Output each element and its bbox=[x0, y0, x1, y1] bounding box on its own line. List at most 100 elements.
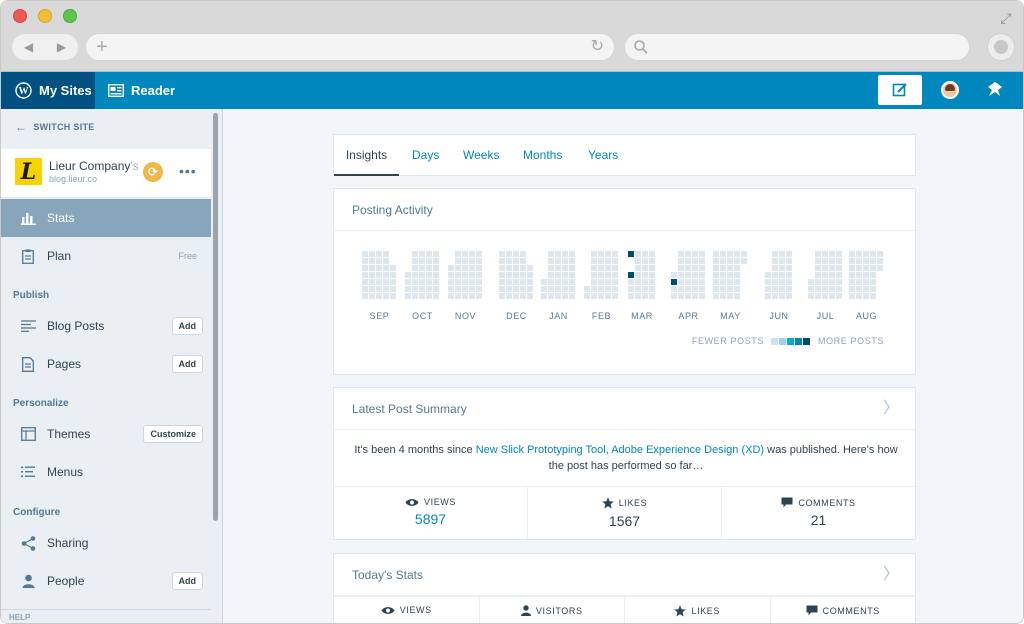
heatmap-day[interactable] bbox=[506, 272, 512, 278]
heatmap-day[interactable] bbox=[734, 251, 740, 257]
heatmap-day[interactable] bbox=[419, 279, 425, 285]
avatar[interactable] bbox=[941, 81, 959, 99]
heatmap-day[interactable] bbox=[649, 258, 655, 264]
heatmap-day[interactable] bbox=[692, 293, 698, 299]
heatmap-day[interactable] bbox=[849, 258, 855, 264]
heatmap-day[interactable] bbox=[836, 258, 842, 264]
heatmap-day[interactable] bbox=[863, 279, 869, 285]
heatmap-day[interactable] bbox=[513, 286, 519, 292]
heatmap-day[interactable] bbox=[720, 258, 726, 264]
heatmap-day[interactable] bbox=[671, 272, 677, 278]
heatmap-day[interactable] bbox=[562, 286, 568, 292]
heatmap-day[interactable] bbox=[591, 251, 597, 257]
heatmap-day[interactable] bbox=[685, 286, 691, 292]
heatmap-day[interactable] bbox=[569, 293, 575, 299]
heatmap-day[interactable] bbox=[506, 279, 512, 285]
heatmap-day[interactable] bbox=[720, 265, 726, 271]
heatmap-day[interactable] bbox=[412, 258, 418, 264]
heatmap-day[interactable] bbox=[548, 293, 554, 299]
heatmap-day[interactable] bbox=[642, 265, 648, 271]
heatmap-day[interactable] bbox=[713, 251, 719, 257]
heatmap-day[interactable] bbox=[419, 272, 425, 278]
latest-post-header[interactable]: Latest Post Summary 〉 bbox=[334, 388, 915, 430]
heatmap-day[interactable] bbox=[635, 258, 641, 264]
heatmap-day[interactable] bbox=[856, 251, 862, 257]
heatmap-day[interactable] bbox=[765, 286, 771, 292]
heatmap-day[interactable] bbox=[562, 251, 568, 257]
heatmap-day[interactable] bbox=[678, 251, 684, 257]
heatmap-day[interactable] bbox=[476, 272, 482, 278]
heatmap-day[interactable] bbox=[390, 286, 396, 292]
heatmap-day[interactable] bbox=[699, 265, 705, 271]
heatmap-day[interactable] bbox=[765, 279, 771, 285]
heatmap-day[interactable] bbox=[713, 272, 719, 278]
heatmap-day[interactable] bbox=[412, 293, 418, 299]
heatmap-day[interactable] bbox=[642, 258, 648, 264]
heatmap-day[interactable] bbox=[383, 293, 389, 299]
sidebar-item-pages[interactable]: Pages Add bbox=[1, 345, 211, 383]
heatmap-day[interactable] bbox=[562, 279, 568, 285]
heatmap-day[interactable] bbox=[649, 286, 655, 292]
heatmap-day[interactable] bbox=[779, 251, 785, 257]
heatmap-day[interactable] bbox=[591, 258, 597, 264]
heatmap-day[interactable] bbox=[727, 293, 733, 299]
heatmap-day[interactable] bbox=[786, 258, 792, 264]
heatmap-day[interactable] bbox=[426, 251, 432, 257]
heatmap-day[interactable] bbox=[562, 265, 568, 271]
heatmap-day[interactable] bbox=[433, 265, 439, 271]
heatmap-day[interactable] bbox=[720, 272, 726, 278]
heatmap-day[interactable] bbox=[520, 265, 526, 271]
heatmap-day[interactable] bbox=[815, 293, 821, 299]
heatmap-day[interactable] bbox=[856, 272, 862, 278]
heatmap-day[interactable] bbox=[520, 272, 526, 278]
heatmap-day[interactable] bbox=[699, 272, 705, 278]
heatmap-day[interactable] bbox=[541, 286, 547, 292]
heatmap-day[interactable] bbox=[591, 286, 597, 292]
sidebar-item-blog-posts[interactable]: Blog Posts Add bbox=[1, 307, 211, 345]
heatmap-day[interactable] bbox=[808, 286, 814, 292]
heatmap-day[interactable] bbox=[779, 286, 785, 292]
heatmap-day[interactable] bbox=[455, 293, 461, 299]
heatmap-day[interactable] bbox=[469, 272, 475, 278]
heatmap-day[interactable] bbox=[369, 258, 375, 264]
heatmap-day[interactable] bbox=[649, 279, 655, 285]
heatmap-day[interactable] bbox=[448, 279, 454, 285]
heatmap-day[interactable] bbox=[390, 279, 396, 285]
heatmap-day[interactable] bbox=[734, 293, 740, 299]
add-post-button[interactable]: Add bbox=[171, 317, 203, 335]
heatmap-day[interactable] bbox=[419, 265, 425, 271]
heatmap-day[interactable] bbox=[829, 251, 835, 257]
heatmap-day[interactable] bbox=[412, 265, 418, 271]
heatmap-day[interactable] bbox=[362, 293, 368, 299]
sync-icon[interactable]: ⟳ bbox=[143, 162, 163, 182]
heatmap-day[interactable] bbox=[741, 251, 747, 257]
heatmap-day[interactable] bbox=[541, 293, 547, 299]
heatmap-day[interactable] bbox=[376, 251, 382, 257]
heatmap-day[interactable] bbox=[383, 265, 389, 271]
tab-days[interactable]: Days bbox=[412, 135, 439, 176]
heatmap-day[interactable] bbox=[548, 279, 554, 285]
heatmap-day[interactable] bbox=[362, 258, 368, 264]
heatmap-day[interactable] bbox=[591, 265, 597, 271]
heatmap-day[interactable] bbox=[513, 258, 519, 264]
heatmap-day[interactable] bbox=[642, 272, 648, 278]
heatmap-day[interactable] bbox=[779, 265, 785, 271]
heatmap-day[interactable] bbox=[849, 251, 855, 257]
heatmap-day[interactable] bbox=[815, 258, 821, 264]
browser-profile-button[interactable] bbox=[987, 33, 1015, 61]
heatmap-day[interactable] bbox=[499, 286, 505, 292]
heatmap-day[interactable] bbox=[699, 279, 705, 285]
heatmap-day[interactable] bbox=[671, 286, 677, 292]
heatmap-day[interactable] bbox=[849, 286, 855, 292]
heatmap-day[interactable] bbox=[598, 272, 604, 278]
heatmap-day[interactable] bbox=[362, 251, 368, 257]
heatmap-day[interactable] bbox=[469, 251, 475, 257]
heatmap-day[interactable] bbox=[772, 265, 778, 271]
heatmap-day[interactable] bbox=[635, 279, 641, 285]
heatmap-day[interactable] bbox=[612, 251, 618, 257]
my-sites-button[interactable]: W My Sites bbox=[1, 72, 95, 109]
heatmap-day[interactable] bbox=[815, 251, 821, 257]
heatmap-day[interactable] bbox=[362, 279, 368, 285]
heatmap-day[interactable] bbox=[836, 272, 842, 278]
heatmap-day[interactable] bbox=[849, 279, 855, 285]
